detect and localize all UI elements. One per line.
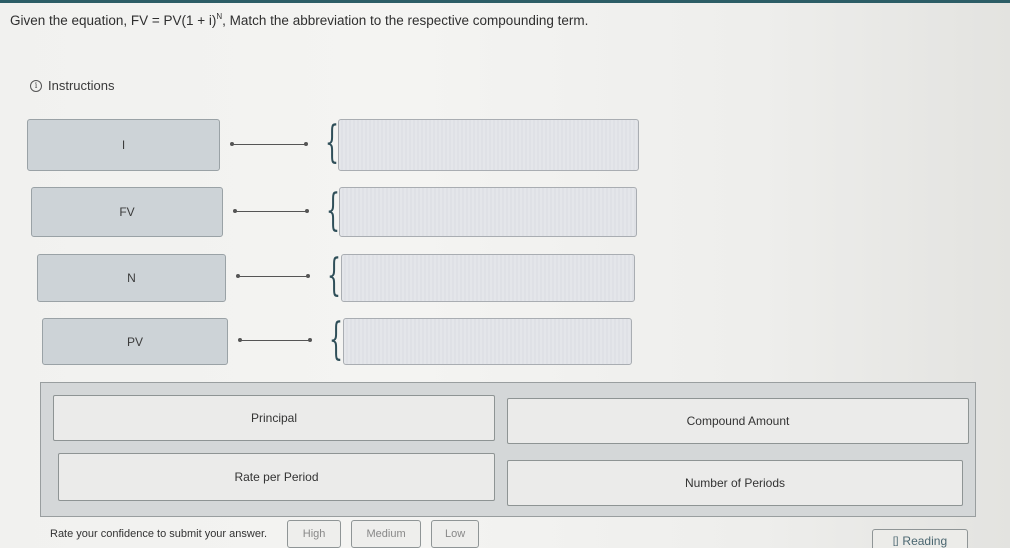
confidence-medium-button[interactable]: Medium <box>351 520 422 548</box>
option-principal[interactable]: Principal <box>53 395 495 441</box>
confidence-high-button[interactable]: High <box>287 520 342 548</box>
equation-base: FV = PV(1 + i) <box>130 13 217 28</box>
info-icon: i <box>30 79 42 92</box>
term-card-fv[interactable]: FV <box>31 187 223 237</box>
reading-label: Reading <box>902 534 948 548</box>
drop-zone[interactable] <box>341 254 635 302</box>
option-label: Compound Amount <box>686 414 790 428</box>
term-card-n[interactable]: N <box>37 254 226 302</box>
drop-zone[interactable] <box>338 119 639 171</box>
option-number-of-periods[interactable]: Number of Periods <box>507 460 963 506</box>
instructions-label: Instructions <box>48 78 115 93</box>
match-row: PV { <box>0 318 650 365</box>
reading-button[interactable]: [] Reading <box>872 529 968 548</box>
connector-line <box>236 274 310 278</box>
connector-line <box>230 142 308 146</box>
drop-zone[interactable] <box>343 318 632 365</box>
option-rate-per-period[interactable]: Rate per Period <box>58 453 495 501</box>
drop-zone[interactable] <box>339 187 637 237</box>
option-label: Number of Periods <box>684 476 786 490</box>
confidence-low-button[interactable]: Low <box>431 520 480 548</box>
term-label: PV <box>126 334 143 349</box>
brace-icon: { <box>326 185 340 236</box>
brace-icon: { <box>325 117 339 168</box>
brace-icon: { <box>329 314 343 365</box>
match-row: N { <box>0 254 650 302</box>
instructions-toggle[interactable]: i Instructions <box>30 78 114 93</box>
confidence-label: Rate your confidence to submit your answ… <box>50 528 268 540</box>
term-card-i[interactable]: I <box>27 119 220 171</box>
brace-icon: { <box>327 250 341 301</box>
term-label: N <box>127 271 136 285</box>
term-label: FV <box>119 205 135 219</box>
answer-bank: Principal Compound Amount Rate per Perio… <box>40 382 976 517</box>
option-label: Rate per Period <box>234 470 319 484</box>
connector-line <box>238 338 312 342</box>
confidence-bar: Rate your confidence to submit your answ… <box>50 520 480 548</box>
question-prefix: Given the equation, <box>10 13 131 28</box>
question-prompt: Given the equation, FV = PV(1 + i)N, Mat… <box>10 12 588 28</box>
term-label: I <box>121 138 126 152</box>
option-compound-amount[interactable]: Compound Amount <box>507 398 969 444</box>
book-icon: [] <box>892 535 899 547</box>
top-accent-bar <box>0 0 1010 3</box>
connector-line <box>233 209 309 213</box>
option-label: Principal <box>250 411 298 425</box>
question-suffix: , Match the abbreviation to the respecti… <box>222 13 589 28</box>
match-row: FV { <box>0 187 650 237</box>
term-card-pv[interactable]: PV <box>42 318 228 365</box>
equation: FV = PV(1 + i)N <box>130 12 222 28</box>
match-row: I { <box>0 119 650 171</box>
